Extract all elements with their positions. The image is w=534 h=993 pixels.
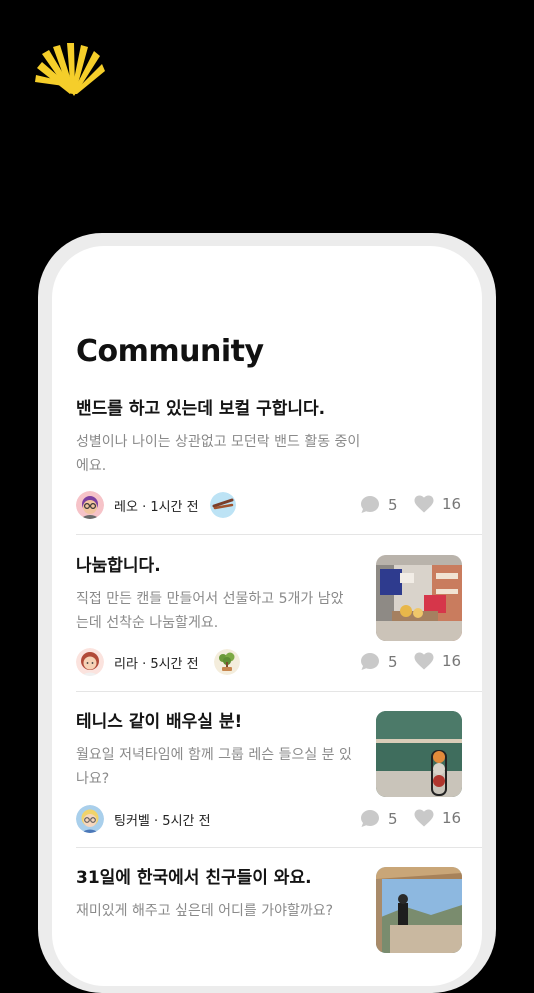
- post-body: 재미있게 해주고 싶은데 어디를 가야할까요?: [76, 903, 334, 919]
- author-info: 팅커벨 · 5시간 전: [114, 810, 211, 829]
- post-thumbnail[interactable]: [376, 555, 462, 641]
- heart-icon: [414, 809, 434, 827]
- heart-icon: [414, 495, 434, 513]
- post-card[interactable]: 테니스 같이 배우실 분! 월요일 저녁타임에 함께 그룹 레슨 들으실 분 있…: [76, 711, 462, 833]
- divider: [76, 691, 482, 692]
- post-card[interactable]: 31일에 한국에서 친구들이 와요. 재미있게 해주고 싶은데 어디를 가야할까…: [76, 867, 462, 953]
- post-title: 밴드를 하고 있는데 보컬 구합니다.: [76, 399, 326, 419]
- post-thumbnail[interactable]: [376, 711, 462, 797]
- post-time: · 5시간 전: [142, 657, 199, 672]
- sun-logo-icon: [35, 43, 105, 96]
- divider: [76, 847, 482, 848]
- post-body: 성별이나 나이는 상관없고 모던락 밴드 활동 중이에요.: [76, 434, 361, 474]
- comment-count[interactable]: 5: [360, 495, 398, 514]
- author-info: 리라 · 5시간 전: [114, 653, 199, 672]
- post-thumbnail[interactable]: [376, 867, 462, 953]
- like-count[interactable]: 16: [414, 809, 461, 827]
- comment-icon: [361, 496, 379, 513]
- comment-icon: [361, 810, 379, 827]
- comment-count[interactable]: 5: [360, 809, 398, 828]
- post-card[interactable]: 나눔합니다. 직접 만든 캔들 만들어서 선물하고 5개가 남았는데 선착순 나…: [76, 555, 462, 676]
- bonsai-badge-icon: [214, 649, 240, 675]
- page-title: Community: [76, 334, 264, 369]
- heart-icon: [414, 652, 434, 670]
- post-body: 직접 만든 캔들 만들어서 선물하고 5개가 남았는데 선착순 나눔할게요.: [76, 591, 344, 631]
- like-count[interactable]: 16: [414, 495, 461, 513]
- post-body: 월요일 저녁타임에 함께 그룹 레슨 들으실 분 있나요?: [76, 747, 352, 787]
- post-meta: 레오 · 1시간 전 5 16: [76, 491, 462, 519]
- avatar[interactable]: [76, 805, 104, 833]
- comment-count[interactable]: 5: [360, 652, 398, 671]
- post-meta: 리라 · 5시간 전 5 16: [76, 648, 462, 676]
- post-time: · 1시간 전: [142, 500, 199, 515]
- like-count[interactable]: 16: [414, 652, 461, 670]
- author-name: 레오: [114, 500, 138, 515]
- phone-screen: Community 밴드를 하고 있는데 보컬 구합니다. 성별이나 나이는 상…: [52, 246, 482, 986]
- author-info: 레오 · 1시간 전: [114, 496, 199, 515]
- author-name: 팅커벨: [114, 814, 150, 829]
- comment-icon: [361, 653, 379, 670]
- avatar[interactable]: [76, 491, 104, 519]
- divider: [76, 534, 482, 535]
- avatar[interactable]: [76, 648, 104, 676]
- author-name: 리라: [114, 657, 138, 672]
- drumsticks-badge-icon: [210, 492, 236, 518]
- post-time: · 5시간 전: [154, 814, 211, 829]
- post-meta: 팅커벨 · 5시간 전 5 16: [76, 805, 462, 833]
- post-card[interactable]: 밴드를 하고 있는데 보컬 구합니다. 성별이나 나이는 상관없고 모던락 밴드…: [76, 398, 462, 519]
